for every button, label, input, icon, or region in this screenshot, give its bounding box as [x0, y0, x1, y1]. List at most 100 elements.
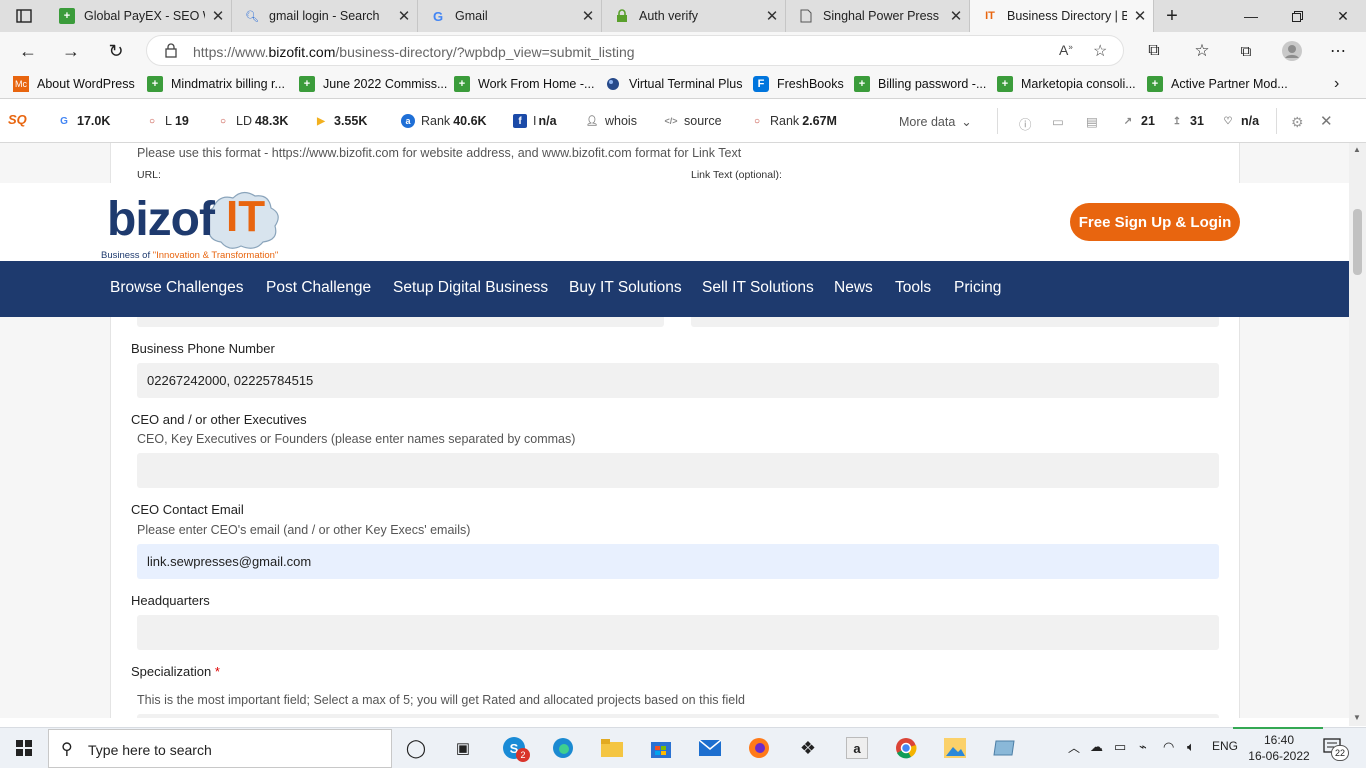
nav-buy-it-solutions[interactable]: Buy IT Solutions: [569, 279, 682, 297]
tab-auth-verify[interactable]: Auth verify ✕: [602, 0, 786, 32]
seo-external-links[interactable]: ↗ 21: [1121, 114, 1155, 128]
photos-icon[interactable]: [943, 736, 967, 760]
specialization-field[interactable]: [137, 714, 1219, 718]
monitor-icon[interactable]: ▭: [1052, 114, 1064, 129]
bookmark-about-wordpress[interactable]: Mc About WordPress: [13, 76, 135, 92]
nav-news[interactable]: News: [834, 279, 873, 297]
tab-business-directory[interactable]: IT Business Directory | Bi ✕: [970, 0, 1154, 32]
bookmark-marketopia[interactable]: + Marketopia consoli...: [997, 76, 1136, 92]
seo-heart[interactable]: ♡ n/a: [1221, 114, 1260, 128]
nav-setup-digital-business[interactable]: Setup Digital Business: [393, 279, 548, 297]
favorites-icon[interactable]: ☆: [1187, 36, 1217, 66]
tab-singhal-power-press[interactable]: Singhal Power Press M ✕: [786, 0, 970, 32]
store-icon[interactable]: [649, 736, 673, 760]
wifi-icon[interactable]: ◠: [1163, 739, 1174, 755]
close-icon[interactable]: ✕: [943, 7, 969, 25]
firefox-icon[interactable]: [747, 736, 771, 760]
hq-field[interactable]: [137, 615, 1219, 650]
volume-icon[interactable]: 🔈︎: [1187, 739, 1195, 755]
dropbox-icon[interactable]: ❖: [796, 736, 820, 760]
tab-gmail[interactable]: G Gmail ✕: [418, 0, 602, 32]
back-icon[interactable]: ←: [13, 36, 43, 66]
restore-icon[interactable]: [1274, 0, 1320, 32]
lock-icon[interactable]: [165, 43, 177, 61]
windows-start-icon[interactable]: [12, 736, 36, 760]
close-icon[interactable]: ✕: [759, 7, 785, 25]
nav-sell-it-solutions[interactable]: Sell IT Solutions: [702, 279, 814, 297]
forward-icon[interactable]: →: [56, 36, 86, 66]
seo-more-data[interactable]: More data ⌄: [899, 114, 972, 130]
nav-browse-challenges[interactable]: Browse Challenges: [110, 279, 244, 297]
cloud-icon[interactable]: ☁: [1090, 739, 1103, 755]
close-icon[interactable]: ✕: [1127, 7, 1153, 25]
seo-internal-links[interactable]: ↥ 31: [1170, 114, 1204, 128]
minimize-icon[interactable]: —: [1228, 0, 1274, 32]
network-icon[interactable]: ⌁: [1139, 739, 1147, 755]
scroll-down-icon[interactable]: ▼: [1353, 713, 1361, 722]
seo-bing-index[interactable]: ▶ 3.55K: [314, 114, 367, 128]
scroll-up-icon[interactable]: ▲: [1353, 145, 1361, 154]
vertical-scrollbar[interactable]: ▲ ▼: [1349, 143, 1366, 726]
bookmark-active-partner[interactable]: + Active Partner Mod...: [1147, 76, 1288, 92]
close-icon[interactable]: ✕: [391, 7, 417, 25]
bookmark-billing-password[interactable]: + Billing password -...: [854, 76, 986, 92]
seo-linking-domains[interactable]: ○ LD 48.3K: [216, 114, 288, 128]
more-menu-icon[interactable]: ⋯: [1323, 36, 1353, 66]
seo-alexa-rank[interactable]: a Rank 40.6K: [401, 114, 487, 128]
tab-gmail-login-search[interactable]: 🔍︎ gmail login - Search ✕: [232, 0, 418, 32]
close-icon[interactable]: ✕: [1320, 112, 1333, 130]
extensions-icon[interactable]: ⧉: [1139, 36, 1169, 66]
read-aloud-icon[interactable]: A»: [1059, 42, 1073, 58]
bookmark-work-from-home[interactable]: + Work From Home -...: [454, 76, 594, 92]
skype-icon[interactable]: S 2: [502, 736, 530, 762]
nav-pricing[interactable]: Pricing: [954, 279, 1001, 297]
tab-global-payex[interactable]: + Global PayEX - SEO W ✕: [47, 0, 232, 32]
nav-tools[interactable]: Tools: [895, 279, 931, 297]
file-explorer-icon[interactable]: [600, 736, 624, 760]
bookmark-virtual-terminal[interactable]: Virtual Terminal Plus: [605, 76, 742, 92]
language-indicator[interactable]: ENG: [1212, 739, 1238, 753]
collections-icon[interactable]: ⧉: [1231, 36, 1261, 66]
phone-field[interactable]: 02267242000, 02225784515: [137, 363, 1219, 398]
close-icon[interactable]: ✕: [575, 7, 601, 25]
seoquake-logo-icon[interactable]: SQ: [8, 112, 27, 127]
new-tab-icon[interactable]: +: [1160, 4, 1184, 28]
info-icon[interactable]: ⓘ: [1019, 114, 1032, 133]
task-view-icon[interactable]: ▣: [451, 736, 475, 760]
seo-facebook[interactable]: f In/a: [513, 114, 557, 128]
ceo-field[interactable]: [137, 453, 1219, 488]
report-icon[interactable]: ▤: [1086, 114, 1098, 129]
email-field[interactable]: link.sewpresses@gmail.com: [137, 544, 1219, 579]
seo-source[interactable]: </> source: [664, 114, 721, 128]
signup-login-button[interactable]: Free Sign Up & Login: [1070, 203, 1240, 241]
notifications-icon[interactable]: 22: [1323, 738, 1349, 761]
app-icon[interactable]: [992, 736, 1016, 760]
window-close-icon[interactable]: ✕: [1320, 0, 1366, 32]
seo-whois[interactable]: 👤︎ whois: [585, 114, 637, 128]
bookmark-mindmatrix[interactable]: + Mindmatrix billing r...: [147, 76, 285, 92]
bookmark-freshbooks[interactable]: F FreshBooks: [753, 76, 844, 92]
scrollbar-thumb[interactable]: [1353, 209, 1362, 275]
edge-icon[interactable]: [551, 736, 575, 760]
nav-post-challenge[interactable]: Post Challenge: [266, 279, 371, 297]
favorite-add-icon[interactable]: ☆: [1093, 41, 1107, 61]
gear-icon[interactable]: ⚙: [1291, 114, 1304, 131]
bookmark-june-commission[interactable]: + June 2022 Commiss...: [299, 76, 447, 92]
seo-semrush-rank[interactable]: ○ Rank 2.67M: [750, 114, 837, 128]
monitor-icon[interactable]: ▭: [1114, 739, 1126, 755]
refresh-icon[interactable]: ↻: [101, 36, 131, 66]
chevron-up-icon[interactable]: ︿: [1068, 739, 1080, 756]
address-input[interactable]: https://www.bizofit.com/business-directo…: [146, 35, 1124, 66]
profile-avatar[interactable]: [1277, 36, 1307, 66]
tab-actions-icon[interactable]: [10, 6, 38, 26]
close-icon[interactable]: ✕: [205, 7, 231, 25]
mail-icon[interactable]: [698, 736, 722, 760]
clock[interactable]: 16:40 16-06-2022: [1240, 732, 1318, 764]
taskbar-search-input[interactable]: ⚲ Type here to search: [48, 729, 392, 768]
bizofit-logo[interactable]: bizof IT Business of "Innovation & Trans…: [101, 188, 291, 261]
chevron-right-icon[interactable]: ›: [1334, 75, 1339, 93]
cortana-icon[interactable]: ◯: [404, 736, 428, 760]
seo-links[interactable]: ○ L 19: [145, 114, 189, 128]
chrome-icon[interactable]: [894, 736, 918, 760]
seo-google-index[interactable]: G 17.0K: [57, 114, 110, 128]
